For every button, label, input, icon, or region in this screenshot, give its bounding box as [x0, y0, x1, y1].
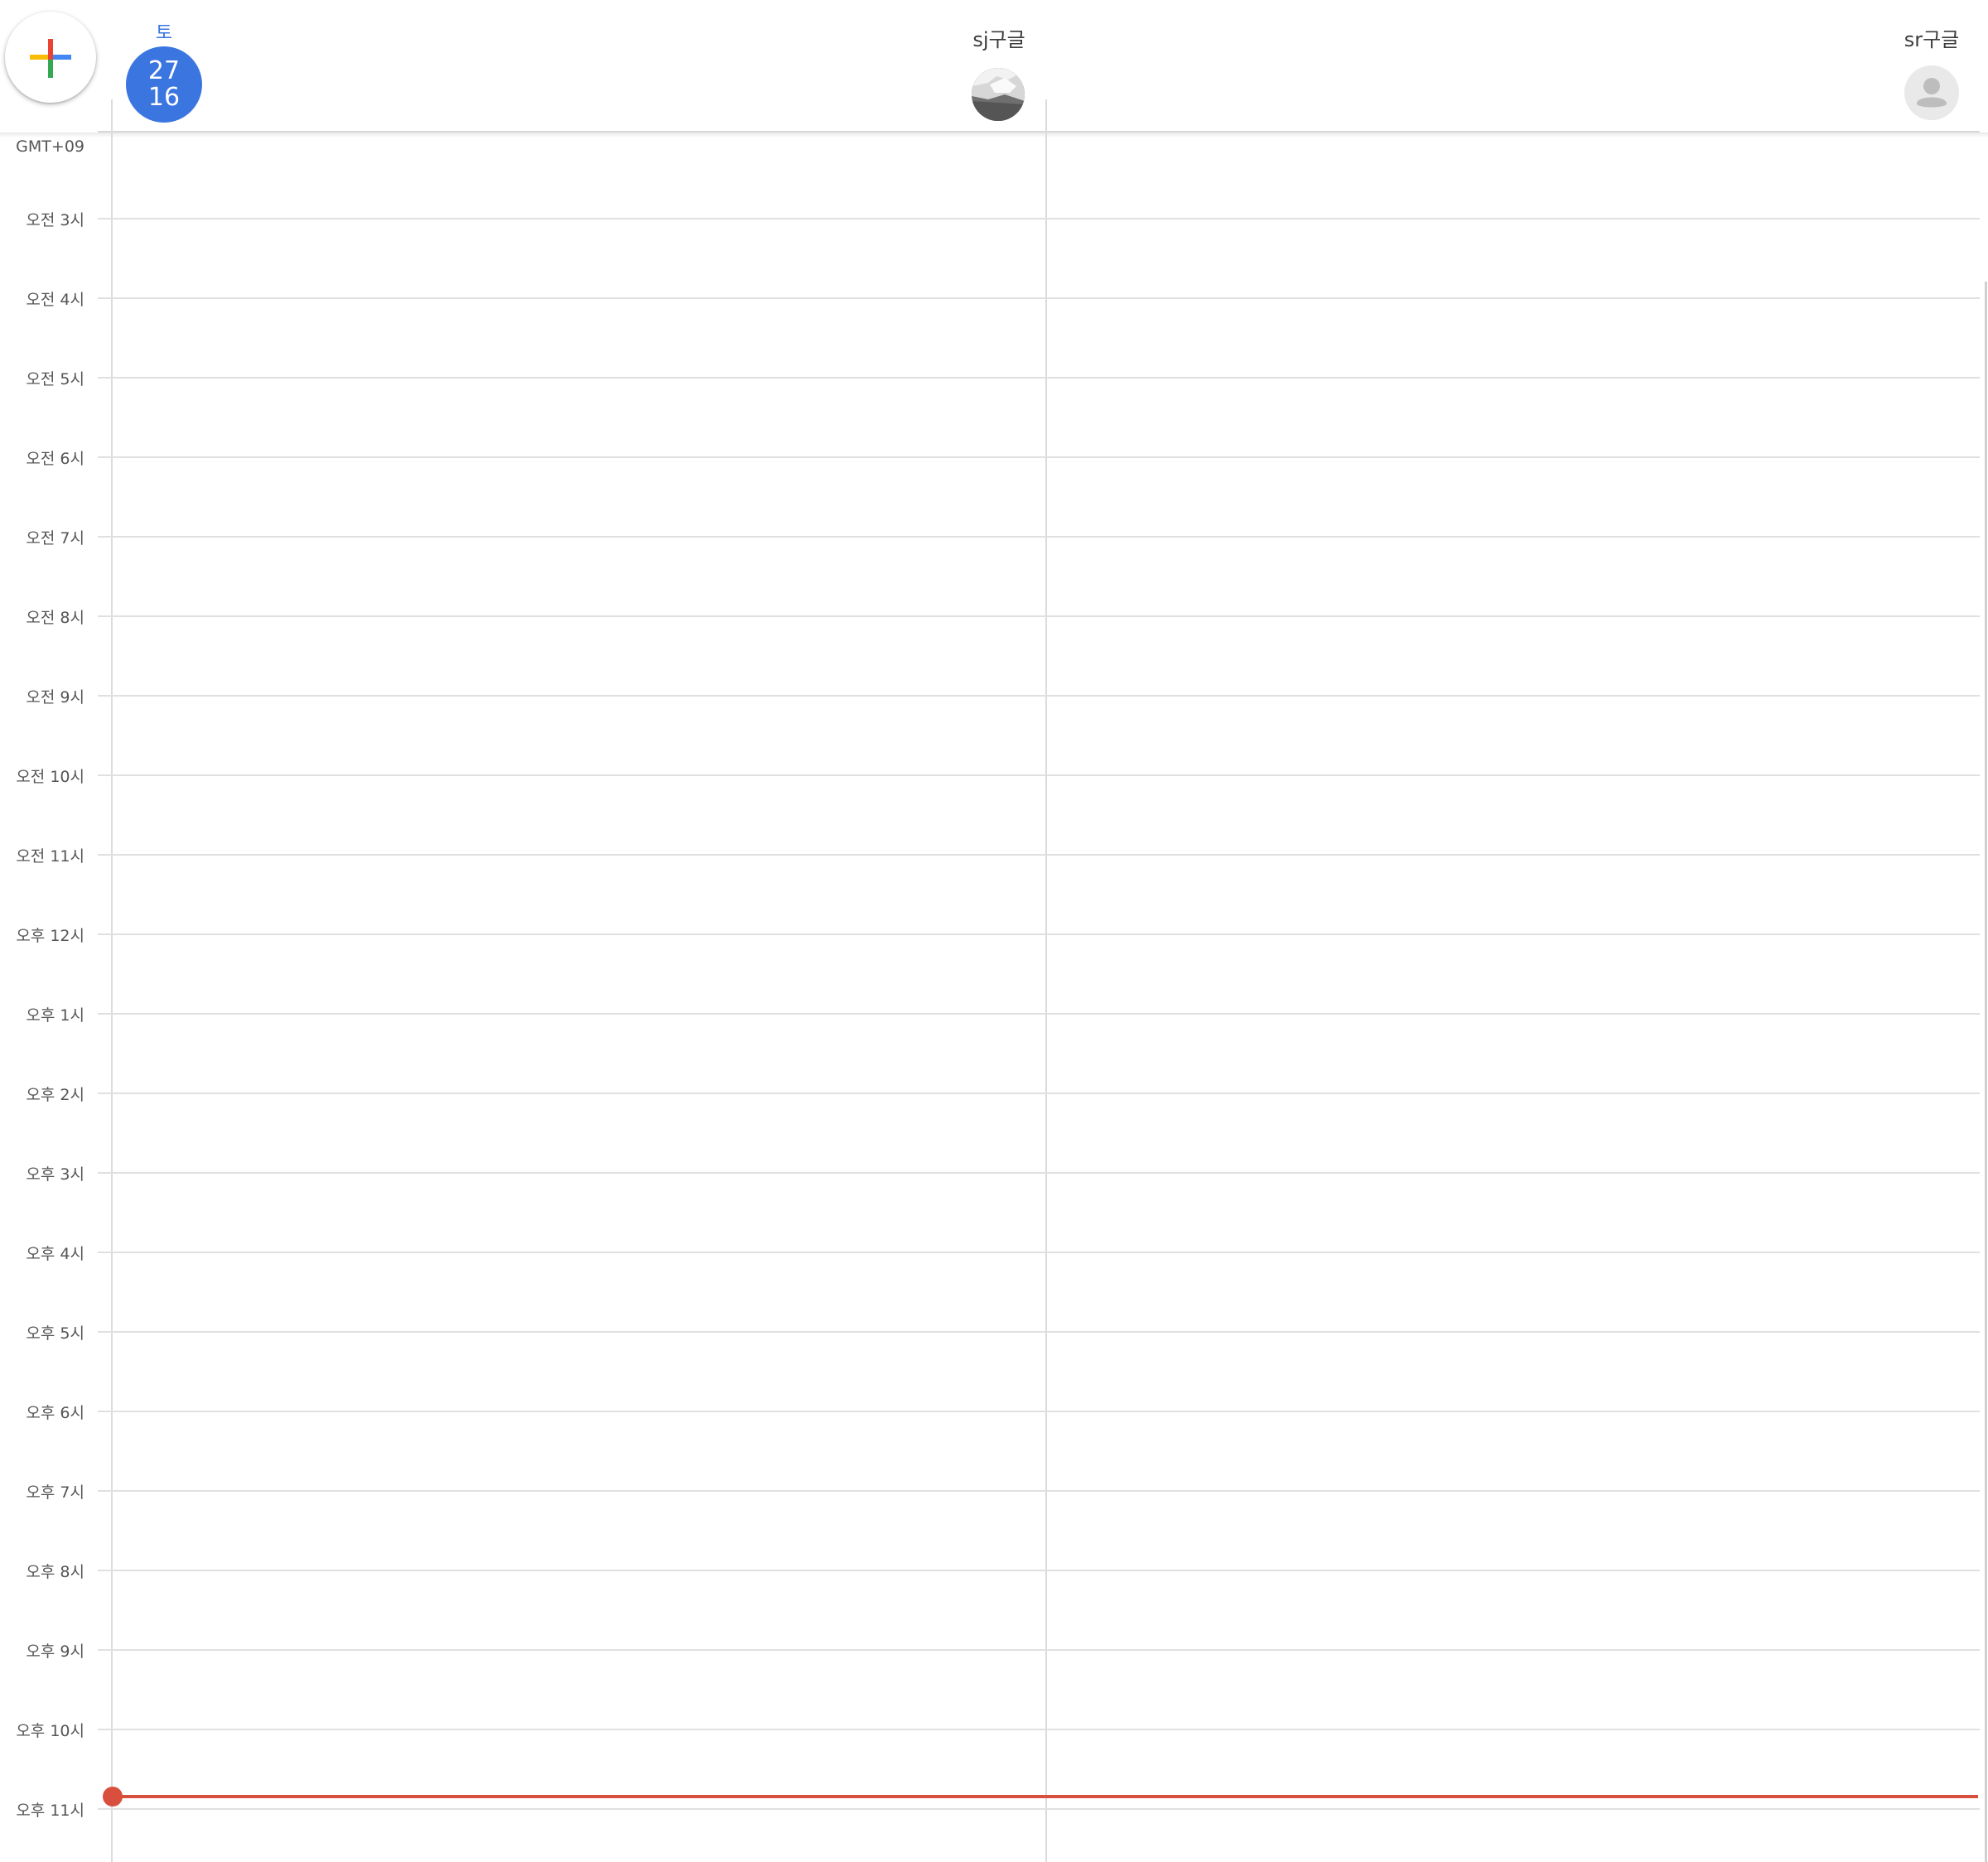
hour-row[interactable]: 오전 4시 — [0, 291, 1980, 309]
hour-row[interactable]: 오후 8시 — [0, 1563, 1980, 1581]
scrollbar[interactable] — [1985, 282, 1987, 1862]
hour-gridline — [98, 615, 1980, 617]
hour-label: 오후 5시 — [26, 1324, 84, 1343]
hour-row[interactable]: 오후 7시 — [0, 1483, 1980, 1502]
hour-label: 오전 7시 — [26, 529, 84, 548]
hour-label: 오후 2시 — [26, 1086, 84, 1104]
hour-row[interactable]: 오전 9시 — [0, 688, 1980, 707]
hour-row[interactable]: 오전 6시 — [0, 450, 1980, 468]
hour-gridline — [98, 1490, 1980, 1492]
hour-label: 오후 8시 — [26, 1563, 84, 1581]
hour-gridline — [98, 218, 1980, 219]
calendar-day-view: 토 27 16 sj구글 sr구글 GMT+09 오전 3시오전 4시오전 5시… — [0, 0, 1988, 1862]
column-divider-left — [111, 99, 113, 1862]
hour-row[interactable]: 오전 10시 — [0, 768, 1980, 786]
hour-row[interactable]: 오후 1시 — [0, 1006, 1980, 1025]
photo-avatar-icon — [972, 68, 1025, 121]
avatar[interactable] — [1904, 65, 1959, 120]
person-name-1: sj구글 — [972, 28, 1025, 51]
column-divider-middle — [1045, 99, 1047, 1862]
hour-gridline — [98, 933, 1980, 935]
hour-row[interactable]: 오전 5시 — [0, 370, 1980, 388]
hour-gridline — [98, 1411, 1980, 1412]
hour-gridline — [98, 1013, 1980, 1015]
hour-label: 오후 1시 — [26, 1006, 84, 1025]
hour-label: 오전 9시 — [26, 688, 84, 707]
hour-gridline — [98, 1570, 1980, 1571]
person-name-2: sr구글 — [1904, 28, 1960, 51]
hour-label: 오후 4시 — [26, 1245, 84, 1263]
hour-gridline — [98, 1729, 1980, 1730]
hour-label: 오전 8시 — [26, 609, 84, 627]
hour-row[interactable]: 오전 8시 — [0, 609, 1980, 627]
header-shadow — [0, 133, 1988, 137]
hour-label: 오전 3시 — [26, 211, 84, 229]
day-of-week: 토 — [155, 23, 173, 44]
hour-label: 오전 11시 — [16, 847, 84, 866]
hour-gridline — [98, 1172, 1980, 1174]
hour-row[interactable]: 오전 3시 — [0, 211, 1980, 229]
hour-gridline — [98, 377, 1980, 379]
hour-label: 오후 9시 — [26, 1643, 84, 1661]
hour-row[interactable]: 오후 9시 — [0, 1643, 1980, 1661]
hour-gridline — [98, 1331, 1980, 1333]
hour-label: 오전 4시 — [26, 291, 84, 309]
hour-label: 오후 3시 — [26, 1165, 84, 1184]
hour-gridline — [98, 774, 1980, 776]
hour-row[interactable]: 오전 11시 — [0, 847, 1980, 866]
hour-gridline — [98, 1252, 1980, 1253]
hour-label: 오후 11시 — [16, 1802, 84, 1820]
hour-gridline — [98, 456, 1980, 458]
hour-label: 오후 12시 — [16, 927, 84, 945]
hour-row[interactable]: 오후 5시 — [0, 1324, 1980, 1343]
person-icon — [1904, 65, 1959, 120]
current-time-dot — [103, 1787, 123, 1807]
hour-row[interactable]: 오후 4시 — [0, 1245, 1980, 1263]
avatar[interactable] — [972, 68, 1025, 121]
timezone-label: GMT+09 — [16, 137, 84, 156]
hour-label: 오후 10시 — [16, 1722, 84, 1740]
hour-gridline — [98, 695, 1980, 697]
hour-row[interactable]: 오전 7시 — [0, 529, 1980, 548]
hour-gridline — [98, 297, 1980, 299]
date-badge[interactable]: 27 16 — [126, 46, 202, 123]
hour-label: 오후 7시 — [26, 1483, 84, 1502]
add-event-button[interactable] — [5, 12, 96, 103]
plus-icon — [30, 39, 71, 78]
hour-label: 오전 5시 — [26, 370, 84, 388]
hour-row[interactable]: 오후 3시 — [0, 1165, 1980, 1184]
hour-row[interactable]: 오후 11시 — [0, 1802, 1980, 1820]
date-line-2: 16 — [147, 83, 181, 112]
hour-gridline — [98, 1649, 1980, 1651]
hour-row[interactable]: 오후 6시 — [0, 1404, 1980, 1422]
hour-row[interactable]: 오후 2시 — [0, 1086, 1980, 1104]
date-line-1: 27 — [147, 56, 181, 85]
hour-gridline — [98, 854, 1980, 856]
hour-label: 오전 6시 — [26, 450, 84, 468]
current-time-line — [111, 1795, 1978, 1798]
hour-row[interactable]: 오후 10시 — [0, 1722, 1980, 1740]
hour-row[interactable]: 오후 12시 — [0, 927, 1980, 945]
hour-label: 오후 6시 — [26, 1404, 84, 1422]
hour-gridline — [98, 536, 1980, 538]
hour-gridline — [98, 1093, 1980, 1094]
hour-gridline — [98, 1808, 1980, 1810]
hour-label: 오전 10시 — [16, 768, 84, 786]
